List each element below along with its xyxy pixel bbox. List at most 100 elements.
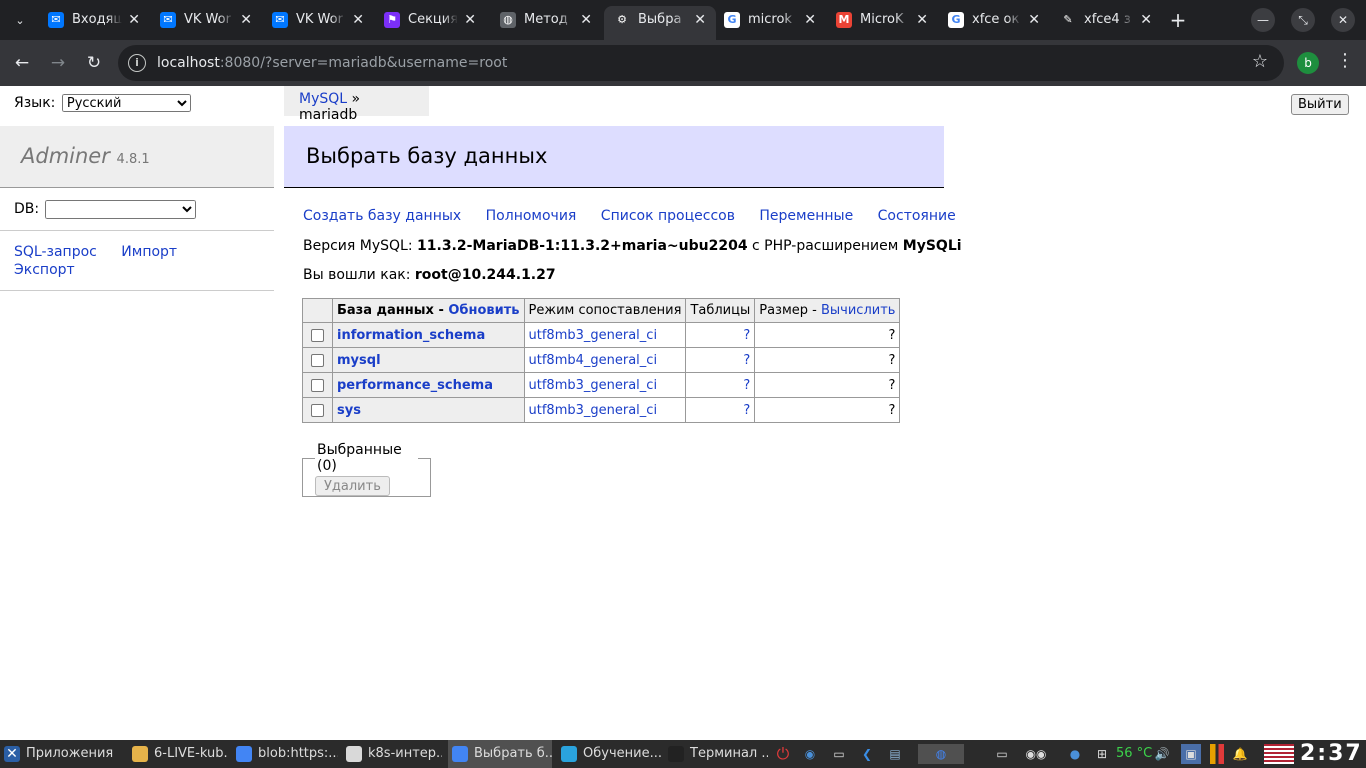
- close-tab-icon[interactable]: ✕: [240, 6, 252, 34]
- browser-tab[interactable]: M MicroK ✕: [826, 6, 938, 34]
- row-checkbox[interactable]: [311, 378, 324, 392]
- browser-tab[interactable]: ✉ VK Wor ✕: [262, 6, 374, 34]
- language-label: Язык:: [14, 95, 56, 111]
- browser-launcher-icon[interactable]: ◉: [800, 744, 820, 764]
- collation-link[interactable]: utf8mb3_general_ci: [529, 378, 658, 393]
- privileges-link[interactable]: Полномочия: [486, 208, 577, 224]
- database-link[interactable]: information_schema: [337, 328, 485, 343]
- close-tab-icon[interactable]: ✕: [1028, 6, 1040, 34]
- create-database-link[interactable]: Создать базу данных: [303, 208, 461, 224]
- close-tab-icon[interactable]: ✕: [694, 6, 706, 34]
- tables-link[interactable]: ?: [743, 378, 750, 393]
- weather-icon[interactable]: ●: [1065, 744, 1085, 764]
- bookmark-star-icon[interactable]: ☆: [1252, 51, 1268, 72]
- close-tab-icon[interactable]: ✕: [1140, 6, 1152, 34]
- browser-tab[interactable]: Gmicrok ✕: [714, 6, 826, 34]
- taskbar-window-button[interactable]: Терминал ...: [664, 740, 768, 768]
- close-tab-icon[interactable]: ✕: [916, 6, 928, 34]
- status-link[interactable]: Состояние: [878, 208, 956, 224]
- tables-link[interactable]: ?: [743, 328, 750, 343]
- vscode-launcher-icon[interactable]: ❮: [857, 744, 877, 764]
- close-tab-icon[interactable]: ✕: [804, 6, 816, 34]
- chrome-window-icon[interactable]: ◍: [918, 744, 964, 764]
- taskbar-window-button[interactable]: 6-LIVE-kub...: [128, 740, 228, 768]
- adminer-logo[interactable]: Adminer 4.8.1: [21, 144, 150, 168]
- us-flag-keyboard-layout-icon[interactable]: [1264, 744, 1294, 764]
- tables-link[interactable]: ?: [743, 353, 750, 368]
- sql-query-link[interactable]: SQL-запрос: [14, 244, 97, 260]
- close-tab-icon[interactable]: ✕: [352, 6, 364, 34]
- server-version: Версия MySQL: 11.3.2-MariaDB-1:11.3.2+ma…: [303, 238, 962, 254]
- clock[interactable]: 2:37: [1300, 740, 1363, 768]
- import-link[interactable]: Импорт: [121, 244, 177, 260]
- header-checkbox-cell: [302, 298, 333, 323]
- export-link[interactable]: Экспорт: [14, 262, 75, 278]
- browser-tab[interactable]: ⚙ Выбра ✕: [604, 6, 716, 40]
- profile-avatar[interactable]: b: [1297, 52, 1319, 74]
- restore-window-button[interactable]: ⤡: [1291, 8, 1315, 32]
- close-tab-icon[interactable]: ✕: [580, 6, 592, 34]
- row-checkbox[interactable]: [311, 403, 324, 417]
- site-info-icon[interactable]: i: [128, 54, 146, 72]
- file-manager-launcher-icon[interactable]: ▤: [885, 744, 905, 764]
- tab-title: Входящ: [72, 12, 122, 27]
- database-name-cell: mysql: [332, 347, 525, 373]
- taskbar-window-button[interactable]: blob:https:...: [232, 740, 338, 768]
- refresh-link[interactable]: Обновить: [448, 303, 519, 318]
- table-row: performance_schema utf8mb3_general_ci??: [302, 372, 901, 398]
- process-list-link[interactable]: Список процессов: [601, 208, 735, 224]
- applications-label: Приложения: [26, 746, 114, 761]
- collation-link[interactable]: utf8mb3_general_ci: [529, 403, 658, 418]
- collation-link[interactable]: utf8mb4_general_ci: [529, 353, 658, 368]
- tab-title: microk: [748, 12, 792, 27]
- database-link[interactable]: performance_schema: [337, 378, 493, 393]
- close-tab-icon[interactable]: ✕: [128, 6, 140, 34]
- new-tab-button[interactable]: +: [1166, 8, 1190, 32]
- db-select[interactable]: [44, 200, 196, 219]
- collation-link[interactable]: utf8mb3_general_ci: [529, 328, 658, 343]
- browser-menu-icon[interactable]: ⋮: [1336, 50, 1354, 71]
- row-checkbox[interactable]: [311, 353, 324, 367]
- delete-button[interactable]: Удалить: [315, 476, 390, 496]
- display-icon[interactable]: ▣: [1181, 744, 1201, 764]
- telegram-icon: [561, 745, 577, 762]
- row-checkbox[interactable]: [311, 328, 324, 342]
- url-text[interactable]: localhost:8080/?server=mariadb&username=…: [157, 45, 507, 81]
- network-icon[interactable]: ⊞: [1092, 744, 1112, 764]
- close-window-button[interactable]: ✕: [1331, 8, 1355, 32]
- browser-tab[interactable]: ✉ VK Wor ✕: [150, 6, 262, 34]
- breadcrumb-mysql-link[interactable]: MySQL: [299, 91, 347, 107]
- reload-button[interactable]: ↻: [80, 49, 108, 77]
- compute-link[interactable]: Вычислить: [821, 303, 895, 318]
- terminal-launcher-icon[interactable]: ▭: [829, 744, 849, 764]
- page-title: Выбрать базу данных: [306, 144, 548, 168]
- minimize-window-button[interactable]: —: [1251, 8, 1275, 32]
- database-link[interactable]: sys: [337, 403, 361, 418]
- taskbar-window-button[interactable]: Обучение...: [557, 740, 661, 768]
- language-select[interactable]: Русский: [61, 94, 191, 112]
- selected-legend: Выбранные (0): [317, 442, 402, 474]
- logout-button[interactable]: Выйти: [1291, 94, 1349, 115]
- back-button[interactable]: ←: [8, 49, 36, 77]
- forward-button[interactable]: →: [44, 49, 72, 77]
- variables-link[interactable]: Переменные: [759, 208, 853, 224]
- terminal-tray-icon[interactable]: ▭: [992, 744, 1012, 764]
- browser-tab[interactable]: ⚑ Секция ✕: [374, 6, 486, 34]
- applications-menu[interactable]: ✕ Приложения: [4, 740, 124, 768]
- close-tab-icon[interactable]: ✕: [464, 6, 476, 34]
- database-link[interactable]: mysql: [337, 353, 381, 368]
- browser-tab[interactable]: ✉ Входящ ✕: [38, 6, 150, 34]
- address-bar[interactable]: i localhost:8080/?server=mariadb&usernam…: [118, 45, 1284, 81]
- browser-tab[interactable]: Gxfce ок ✕: [938, 6, 1050, 34]
- taskbar-window-button[interactable]: k8s-интер...: [342, 740, 442, 768]
- browser-tab[interactable]: ◍ Метод ✕: [490, 6, 602, 34]
- taskbar-window-button[interactable]: Выбрать б...: [448, 740, 552, 768]
- power-icon[interactable]: ⏻: [773, 744, 793, 764]
- gmail-icon: M: [836, 12, 852, 28]
- notification-bell-icon[interactable]: 🔔: [1230, 744, 1250, 764]
- browser-tab[interactable]: ✎ xfce4 з ✕: [1050, 6, 1162, 34]
- volume-icon[interactable]: 🔊: [1152, 744, 1172, 764]
- tab-search-dropdown-icon[interactable]: ⌄: [8, 9, 32, 33]
- tables-link[interactable]: ?: [743, 403, 750, 418]
- database-name-cell: sys: [332, 397, 525, 423]
